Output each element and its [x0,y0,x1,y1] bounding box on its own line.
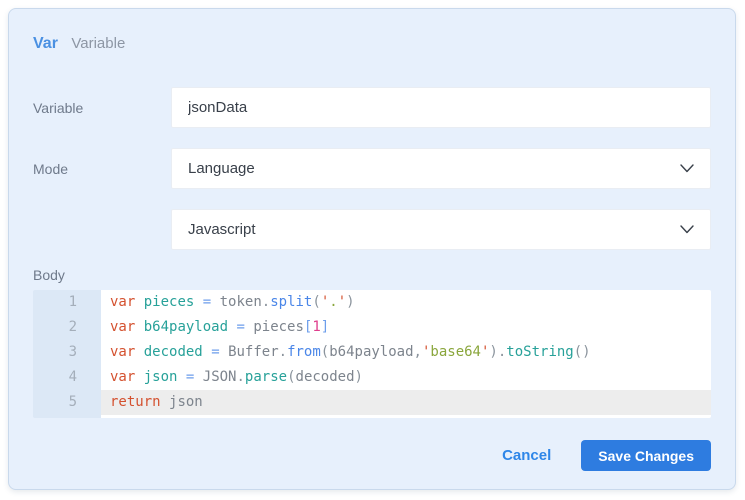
code-line[interactable]: 2 var b64payload = pieces[1] [33,315,711,340]
code-line-content[interactable]: var json = JSON.parse(decoded) [101,365,711,390]
code-line-content[interactable]: var b64payload = pieces[1] [101,315,711,340]
dialog-footer: Cancel Save Changes [33,440,711,471]
variable-dialog: Var Variable Variable Mode Language Java… [8,8,736,490]
mode-row: Mode Language [33,148,711,189]
chevron-down-icon [680,164,694,173]
code-line-content[interactable]: return json [101,390,711,415]
code-line[interactable]: 5 return json [33,390,711,415]
dialog-subtitle: Variable [71,35,126,52]
variable-row: Variable [33,87,711,128]
code-line[interactable]: 3 var decoded = Buffer.from(b64payload,'b… [33,340,711,365]
language-select[interactable]: Javascript [171,209,711,250]
code-line[interactable]: 1 var pieces = token.split('.') [33,290,711,315]
line-number: 4 [68,369,77,385]
cancel-button[interactable]: Cancel [502,447,551,464]
line-number: 1 [68,294,77,310]
mode-select-value: Language [188,160,255,177]
dialog-header: Var Variable [33,9,711,53]
line-number: 2 [68,319,77,335]
code-line[interactable]: 4 var json = JSON.parse(decoded) [33,365,711,390]
variable-input[interactable] [171,87,711,128]
language-select-value: Javascript [188,221,256,238]
dialog-title: Var [33,35,58,52]
mode-select[interactable]: Language [171,148,711,189]
mode-label: Mode [33,160,69,177]
save-changes-button[interactable]: Save Changes [581,440,711,471]
code-line-content[interactable]: var decoded = Buffer.from(b64payload,'ba… [101,340,711,365]
language-row: Javascript [33,209,711,250]
code-line-content[interactable]: var pieces = token.split('.') [101,290,711,315]
code-editor[interactable]: 1 var pieces = token.split('.') 2 var b64pa… [33,290,711,418]
line-number: 5 [68,394,77,410]
body-label: Body [33,267,65,283]
line-number: 3 [68,344,77,360]
chevron-down-icon [680,225,694,234]
variable-label: Variable [33,99,84,116]
